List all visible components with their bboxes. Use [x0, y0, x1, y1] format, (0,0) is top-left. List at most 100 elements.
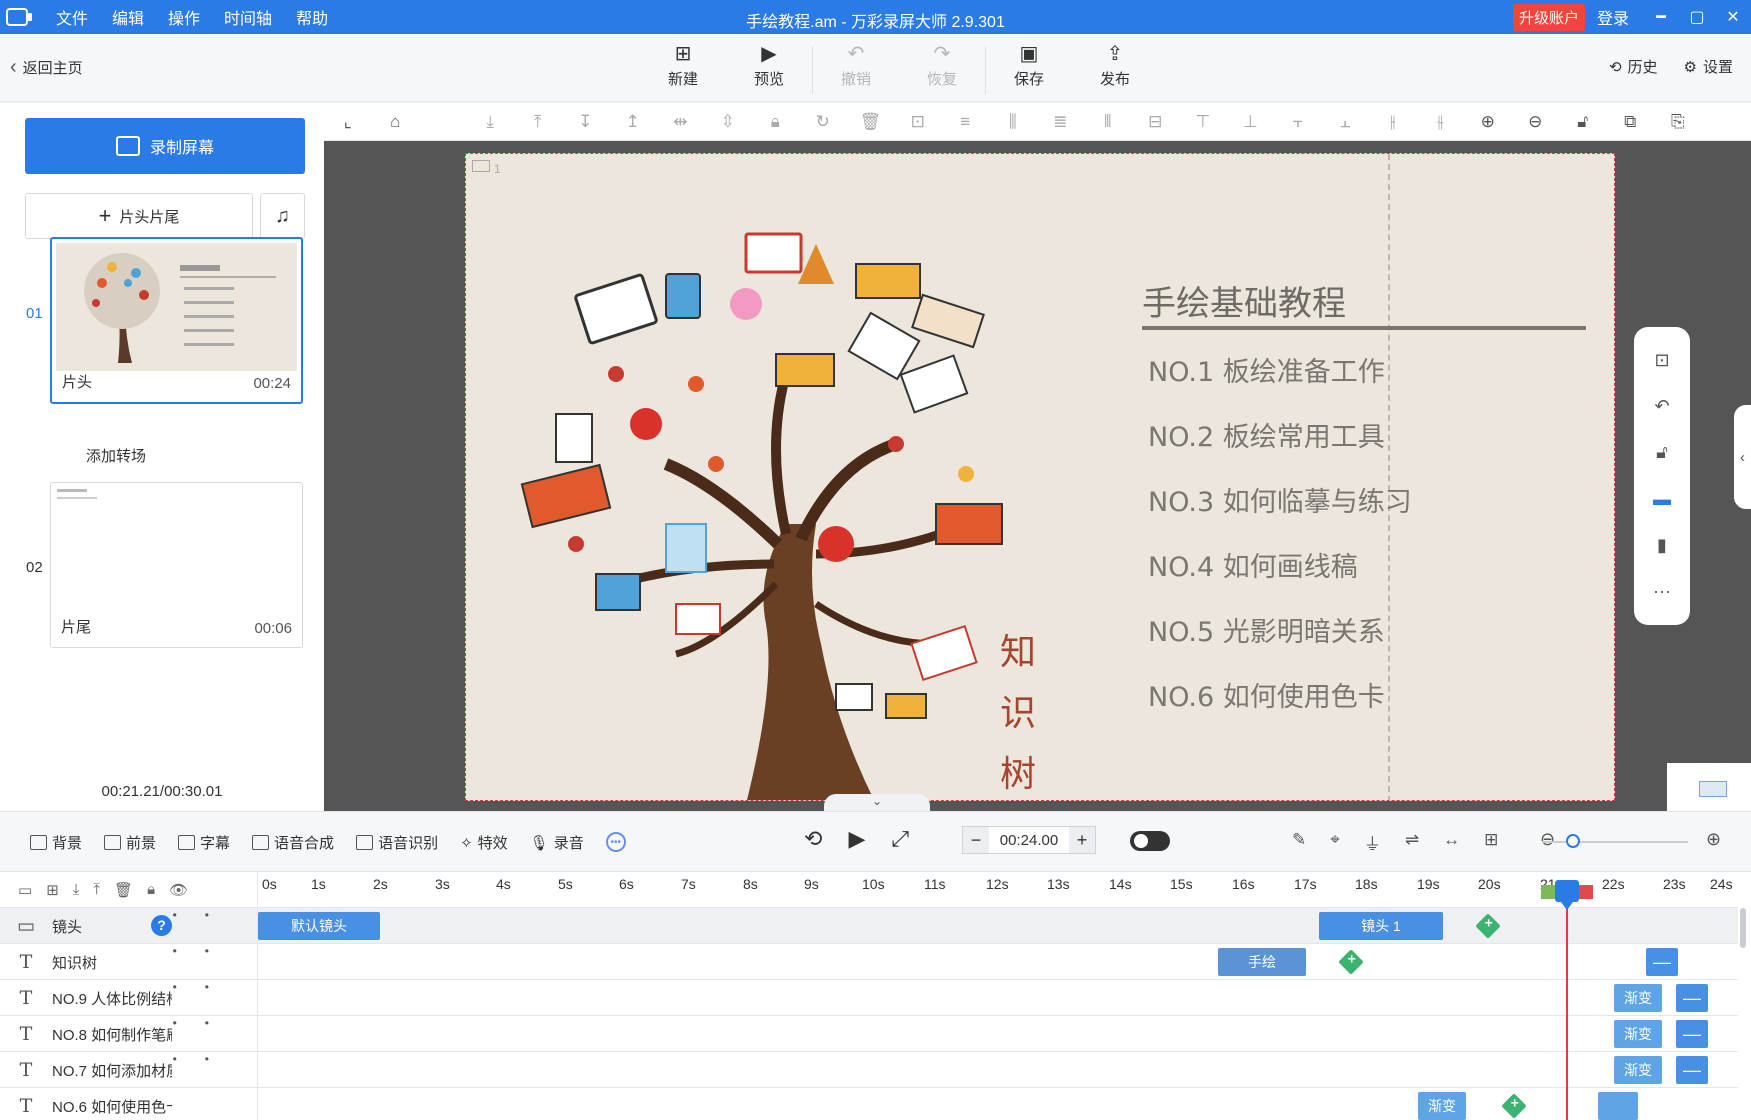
- move-down-icon[interactable]: ↧: [562, 112, 610, 132]
- move-top-icon[interactable]: ⤒: [514, 112, 562, 132]
- fit-width-icon[interactable]: ↔: [1443, 830, 1460, 855]
- slide-title[interactable]: 手绘基础教程: [1142, 276, 1346, 325]
- align-bottom-icon[interactable]: ⫟: [1274, 112, 1322, 132]
- close-icon[interactable]: ✕: [1715, 7, 1751, 27]
- zoom-slider-handle[interactable]: [1566, 834, 1580, 848]
- paste-icon[interactable]: ⎘: [1654, 112, 1702, 132]
- time-stepper[interactable]: − 00:24.00 +: [962, 826, 1096, 854]
- collapse-panel-button[interactable]: ‹: [1734, 405, 1751, 509]
- flip-vertical-icon[interactable]: ⇳: [704, 112, 752, 132]
- slide-card-02[interactable]: 片尾 00:06: [50, 482, 303, 648]
- fullscreen-icon[interactable]: ⤢: [891, 826, 909, 852]
- split-icon[interactable]: ⌖: [1330, 830, 1340, 855]
- preview-button[interactable]: ▶ 预览: [726, 42, 812, 98]
- clip-default-camera[interactable]: 默认镜头: [258, 912, 380, 940]
- undo-button[interactable]: ↶ 撤销: [813, 42, 899, 98]
- new-button[interactable]: ⊞ 新建: [640, 42, 726, 98]
- zoom-out-icon[interactable]: ⊖: [1540, 829, 1555, 850]
- align-right-icon[interactable]: ≣: [1037, 112, 1085, 132]
- history-button[interactable]: ⟲ 历史: [1609, 56, 1658, 77]
- add-keyframe-icon[interactable]: [1475, 913, 1501, 939]
- slide-list-item[interactable]: NO.5 光影明暗关系: [1148, 610, 1385, 649]
- help-icon[interactable]: ?: [151, 915, 172, 936]
- effects-button[interactable]: ✧ 特效: [460, 832, 508, 853]
- playhead-in-marker[interactable]: [1541, 885, 1555, 899]
- track-text[interactable]: T NO.6 如何使用色卡 渐变: [0, 1088, 1738, 1120]
- play-icon[interactable]: ▶: [848, 826, 865, 852]
- focus-icon[interactable]: ⊡: [894, 112, 942, 132]
- move-up-icon[interactable]: ↥: [609, 112, 657, 132]
- folder-icon[interactable]: ▭: [18, 881, 32, 899]
- clip-exit-effect[interactable]: —: [1676, 1020, 1708, 1048]
- add-folder-icon[interactable]: ⊞: [46, 881, 59, 899]
- align-grid-icon[interactable]: ⌞: [324, 112, 372, 132]
- clip-fade[interactable]: 渐变: [1614, 1020, 1662, 1048]
- flip-horizontal-icon[interactable]: ⇹: [657, 112, 705, 132]
- slide-list-item[interactable]: NO.3 如何临摹与练习: [1148, 480, 1412, 519]
- menu-file[interactable]: 文件: [44, 5, 100, 29]
- move-down-icon[interactable]: ⤓: [73, 881, 80, 898]
- foreground-button[interactable]: 前景: [104, 832, 156, 853]
- slide-list-item[interactable]: NO.4 如何画线稿: [1148, 545, 1358, 584]
- distribute-v-icon[interactable]: ⊟: [1132, 112, 1180, 132]
- clip-exit-effect[interactable]: —: [1676, 984, 1708, 1012]
- head-tail-button[interactable]: + 片头片尾: [25, 193, 253, 239]
- publish-button[interactable]: ⇪ 发布: [1072, 42, 1158, 98]
- subtitle-button[interactable]: 字幕: [178, 832, 230, 853]
- clip-exit-effect[interactable]: —: [1646, 948, 1678, 976]
- timeline-zoom-slider[interactable]: [1542, 841, 1688, 843]
- delete-icon[interactable]: 🗑︎: [114, 881, 133, 899]
- align-top-icon[interactable]: ⊤: [1179, 112, 1227, 132]
- time-increase-button[interactable]: +: [1068, 827, 1095, 853]
- record-audio-button[interactable]: 🎙︎ 录音: [530, 832, 584, 853]
- zoom-in-icon[interactable]: ⊕: [1706, 829, 1721, 850]
- move-bottom-icon[interactable]: ⤓: [467, 112, 515, 132]
- tts-button[interactable]: 语音合成: [252, 832, 334, 853]
- upgrade-button[interactable]: 升级账户: [1512, 3, 1585, 31]
- distribute-h-icon[interactable]: ⫴: [1084, 112, 1132, 132]
- filter-icon[interactable]: ⏚: [1364, 830, 1381, 855]
- clip-fade[interactable]: [1598, 1092, 1638, 1120]
- settings-button[interactable]: ⚙ 设置: [1684, 56, 1733, 77]
- timeline-scrollbar[interactable]: [1740, 908, 1746, 948]
- clip-fade[interactable]: 渐变: [1614, 984, 1662, 1012]
- background-button[interactable]: 背景: [30, 832, 82, 853]
- track-text[interactable]: T NO.9 人体比例结构 •• 渐变 —: [0, 980, 1738, 1016]
- align-center-v-icon[interactable]: ⫠: [1322, 112, 1370, 132]
- clip-fade[interactable]: 渐变: [1418, 1092, 1466, 1120]
- clip-exit-effect[interactable]: —: [1676, 1056, 1708, 1084]
- asr-button[interactable]: 语音识别: [356, 832, 438, 853]
- slide-canvas[interactable]: 1 知 识 树 手绘基础教程 NO.1 板绘准备工作 NO.2 板绘常用工具 N…: [465, 153, 1615, 801]
- copy-icon[interactable]: ⧉: [1607, 112, 1655, 132]
- track-camera[interactable]: ▭ 镜头 ? •• 默认镜头 镜头 1: [0, 908, 1738, 944]
- music-button[interactable]: ♫: [260, 193, 305, 239]
- home-icon[interactable]: ⌂: [372, 112, 420, 132]
- track-text[interactable]: T 知识树 •• 手绘 —: [0, 944, 1738, 980]
- save-button[interactable]: ▣ 保存: [986, 42, 1072, 98]
- minimap[interactable]: [1667, 763, 1751, 811]
- maximize-icon[interactable]: ▢: [1679, 7, 1715, 27]
- unlock-icon[interactable]: 🔓︎: [1656, 442, 1668, 463]
- move-up-icon[interactable]: ⤒: [93, 881, 100, 898]
- toggle-switch[interactable]: [1130, 831, 1170, 851]
- eye-icon[interactable]: 👁︎: [169, 881, 188, 899]
- time-ruler[interactable]: 0s 1s 2s 3s 4s 5s 6s 7s 8s 9s 10s 11s 12…: [258, 872, 1738, 908]
- lock-icon[interactable]: 🔒︎: [147, 881, 155, 898]
- clip-camera-1[interactable]: 镜头 1: [1319, 912, 1443, 940]
- slide-list-item[interactable]: NO.1 板绘准备工作: [1148, 350, 1385, 389]
- redo-button[interactable]: ↷ 恢复: [899, 42, 985, 98]
- menu-help[interactable]: 帮助: [284, 5, 340, 29]
- menu-timeline[interactable]: 时间轴: [212, 5, 284, 29]
- menu-operate[interactable]: 操作: [156, 5, 212, 29]
- fit-screen-icon[interactable]: ⊡: [1654, 350, 1669, 371]
- add-keyframe-icon[interactable]: [1338, 949, 1364, 975]
- more-icon[interactable]: •••: [605, 832, 626, 852]
- unlock-icon[interactable]: 🔓︎: [1559, 112, 1607, 132]
- phone-icon[interactable]: ▮: [1657, 535, 1667, 556]
- more-icon[interactable]: ···: [1653, 581, 1671, 602]
- space-v-icon[interactable]: ⫳: [1417, 112, 1465, 132]
- minimize-icon[interactable]: ━: [1643, 7, 1679, 27]
- actual-size-icon[interactable]: ⊞: [1484, 830, 1498, 855]
- slide-list-item[interactable]: NO.6 如何使用色卡: [1148, 675, 1385, 714]
- align-left-icon[interactable]: ≡: [942, 112, 990, 132]
